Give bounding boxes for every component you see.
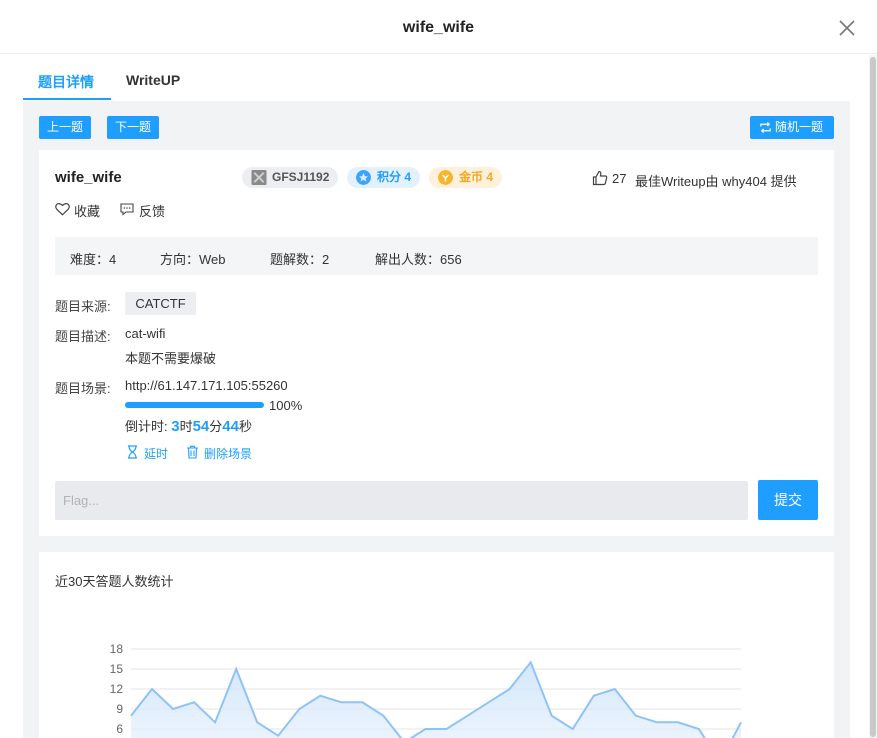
chart-point[interactable] [740,721,743,724]
challenge-name: wife_wife [55,169,122,186]
delete-scene-button[interactable]: 删除场景 [186,445,252,462]
chart-point[interactable] [571,728,574,731]
countdown-minutes: 54 [192,418,210,435]
flag-input[interactable] [55,481,748,520]
shuffle-icon [760,121,771,134]
feedback-icon [120,203,134,216]
countdown-minutes-unit: 分 [209,419,223,434]
coin-icon [438,170,453,185]
prev-challenge-button[interactable]: 上一题 [39,116,91,139]
thumbs-up-icon[interactable] [592,170,608,186]
challenge-stats: 难度：4 方向：Web 题解数：2 解出人数：656 [55,237,818,275]
favorite-button[interactable]: 收藏 [55,201,100,220]
y-tick-label: 9 [116,702,123,716]
chart-point[interactable] [277,734,280,737]
chart-point[interactable] [697,728,700,731]
chart-point[interactable] [382,714,385,717]
chart-point[interactable] [655,721,658,724]
hourglass-icon [128,445,137,459]
scene-progress-bar [125,402,264,408]
heart-icon [55,203,70,216]
chart-point[interactable] [193,701,196,704]
points-badge: 积分 4 [347,167,421,188]
chart-point[interactable] [172,708,175,711]
chart-point[interactable] [235,668,238,671]
chart-point[interactable] [466,714,469,717]
coins-badge: 金币 4 [429,167,503,188]
direction-stat: 方向：Web [160,252,226,267]
difficulty-stat: 难度：4 [70,252,117,267]
countdown-hours-unit: 时 [179,419,193,434]
likes-count: 27 [612,171,627,186]
chart-point[interactable] [487,701,490,704]
chart-point[interactable] [676,721,679,724]
y-tick-label: 15 [110,662,124,676]
solvers-stat: 解出人数：656 [375,252,462,267]
chart-area [131,662,741,738]
countdown-seconds-unit: 秒 [238,419,252,434]
countdown-prefix: 倒计时: [125,419,172,434]
active-tab-indicator [23,98,111,100]
countdown: 倒计时: 3时54分44秒 [125,416,252,435]
random-challenge-button[interactable]: 随机一题 [750,116,834,139]
coins-value: 金币 4 [459,170,494,184]
challenge-id: GFSJ1192 [272,170,330,184]
writeup-credit: 最佳Writeup由 why404 提供 [635,174,797,189]
modal-title: wife_wife [402,19,475,36]
source-label: 题目来源: [55,299,111,314]
submit-flag-button[interactable]: 提交 [758,480,818,520]
chart-point[interactable] [613,688,616,691]
scene-label: 题目场景: [55,381,111,396]
countdown-seconds: 44 [222,418,239,435]
modal-header: wife_wife [0,0,877,54]
scene-progress-text: 100% [269,398,303,413]
tab-bar: 题目详情 WriteUP [23,55,850,101]
description-line-2: 本题不需要爆破 [125,351,217,366]
delete-scene-label: 删除场景 [204,447,253,461]
trash-icon [187,445,198,459]
tab-writeup[interactable]: WriteUP [126,72,180,88]
favorite-label: 收藏 [74,204,101,219]
random-challenge-label: 随机一题 [774,120,823,134]
chart-point[interactable] [298,708,301,711]
chart-point[interactable] [550,714,553,717]
extend-time-label: 延时 [144,447,169,461]
challenge-id-badge: GFSJ1192 [242,167,339,188]
tab-challenge-details[interactable]: 题目详情 [38,72,94,92]
chart-point[interactable] [508,688,511,691]
points-icon [356,170,371,185]
next-challenge-button[interactable]: 下一题 [107,116,159,139]
chart-point[interactable] [130,714,133,717]
description-line-1: cat-wifi [125,326,166,341]
solutions-stat: 题解数：2 [270,252,330,267]
chart-point[interactable] [214,721,217,724]
chart-title: 近30天答题人数统计 [55,574,174,589]
chart-point[interactable] [256,721,259,724]
countdown-hours: 3 [171,418,180,435]
chart-point[interactable] [151,688,154,691]
chart-point[interactable] [319,694,322,697]
chart-point[interactable] [445,728,448,731]
y-tick-label: 18 [110,642,124,656]
scene-url-link[interactable]: http://61.147.171.105:55260 [125,378,288,393]
close-icon[interactable] [837,18,857,38]
description-label: 题目描述: [55,329,111,344]
scene-progress-fill [125,402,264,408]
y-tick-label: 12 [110,682,124,696]
chart-point[interactable] [424,728,427,731]
feedback-button[interactable]: 反馈 [120,201,165,220]
chart-point[interactable] [340,701,343,704]
source-tag: CATCTF [125,292,196,315]
solves-chart: 6 9 12 15 18 [110,642,743,738]
chart-point[interactable] [634,714,637,717]
chart-point[interactable] [361,701,364,704]
points-value: 积分 4 [377,170,412,184]
y-tick-label: 6 [116,722,123,736]
avatar-icon [251,170,267,185]
extend-time-button[interactable]: 延时 [125,445,168,462]
feedback-label: 反馈 [139,204,166,219]
chart-point[interactable] [529,661,532,664]
chart-point[interactable] [592,694,595,697]
